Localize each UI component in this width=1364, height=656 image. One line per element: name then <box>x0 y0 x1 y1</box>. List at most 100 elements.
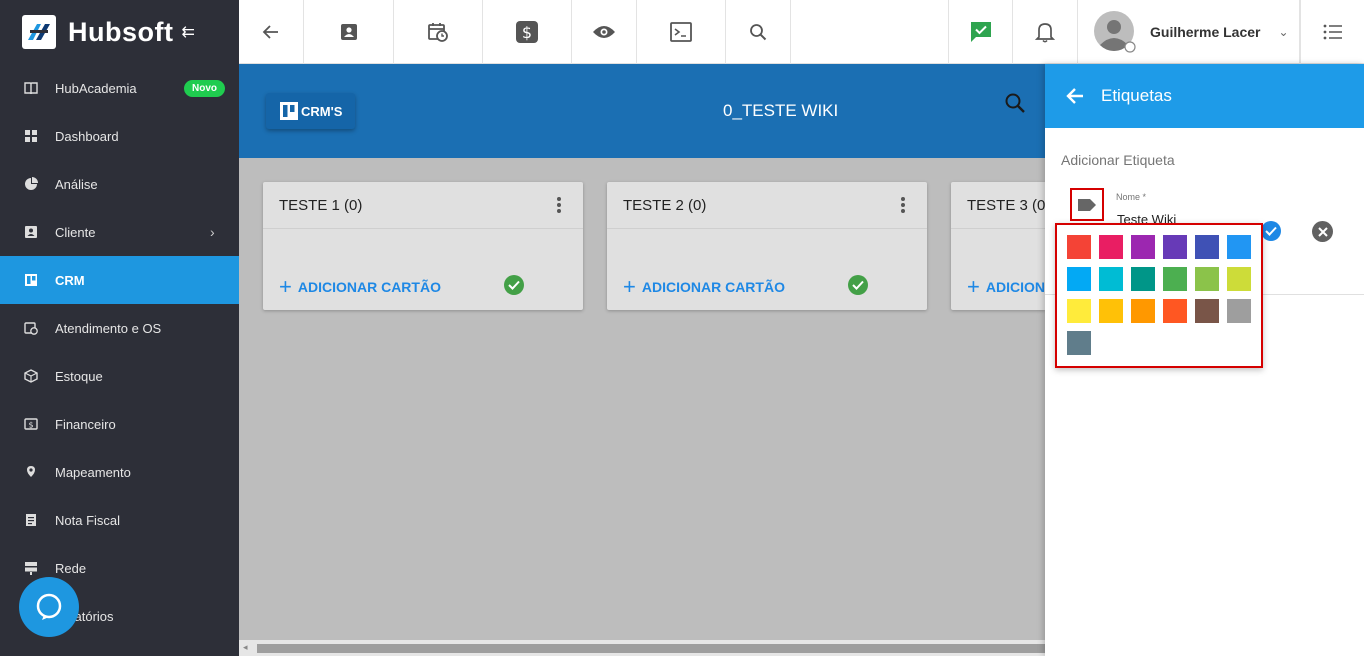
add-card-button[interactable]: + ADICIONAR CARTÃO <box>623 274 785 300</box>
sidebar-menu: HubAcademia Novo Dashboard Análise Clien… <box>0 64 239 640</box>
tag-color-button[interactable] <box>1070 188 1104 221</box>
color-swatch[interactable] <box>1195 267 1219 291</box>
scroll-left-icon[interactable]: ◂ <box>243 642 248 653</box>
cancel-close-icon[interactable] <box>1312 221 1333 242</box>
board-header: CRM'S 0_TESTE WIKI <box>239 64 1045 158</box>
color-swatch[interactable] <box>1067 299 1091 323</box>
color-swatch[interactable] <box>1131 299 1155 323</box>
back-button[interactable] <box>239 0 304 64</box>
sidebar-item-atendimento[interactable]: Atendimento e OS <box>0 304 239 352</box>
new-badge: Novo <box>184 79 225 97</box>
chat-widget-button[interactable] <box>19 577 79 637</box>
color-swatch[interactable] <box>1163 235 1187 259</box>
sidebar-item-dashboard[interactable]: Dashboard <box>0 112 239 160</box>
arrow-left-icon <box>262 25 278 39</box>
plus-icon: + <box>279 274 292 299</box>
eye-icon <box>593 26 615 38</box>
search-button[interactable] <box>726 0 791 64</box>
document-icon <box>26 514 36 526</box>
color-swatch[interactable] <box>1227 299 1251 323</box>
sidebar-item-mapeamento[interactable]: Mapeamento <box>0 448 239 496</box>
board-title: 0_TESTE WIKI <box>723 101 839 120</box>
crms-button-label: CRM'S <box>301 103 343 119</box>
list-icon <box>1323 24 1342 40</box>
user-menu[interactable]: Guilherme Lacer ⌄ <box>1078 0 1300 64</box>
arrow-left-icon[interactable] <box>1065 86 1085 106</box>
notifications-button[interactable] <box>1013 0 1078 64</box>
terminal-icon <box>670 22 692 42</box>
add-card-button[interactable]: + ADICIONAR CARTÃO <box>967 274 1045 300</box>
view-button[interactable] <box>572 0 637 64</box>
color-swatch[interactable] <box>1099 235 1123 259</box>
contact-card-icon <box>340 24 357 40</box>
column-title: TESTE 2 (0) <box>623 196 707 214</box>
color-swatch[interactable] <box>1067 331 1091 355</box>
list-menu-button[interactable] <box>1300 0 1364 64</box>
sidebar-item-label: HubAcademia <box>55 80 137 96</box>
contacts-button[interactable] <box>304 0 394 64</box>
server-icon <box>25 562 37 575</box>
color-swatch[interactable] <box>1099 299 1123 323</box>
tasks-button[interactable] <box>948 0 1013 64</box>
sidebar-item-hubacademia[interactable]: HubAcademia Novo <box>0 64 239 112</box>
brand-name: Hubsoft <box>68 16 174 47</box>
collapse-sidebar-icon[interactable]: ⇇ <box>181 22 194 42</box>
more-vertical-icon[interactable] <box>557 197 561 215</box>
color-swatch[interactable] <box>1067 267 1091 291</box>
color-swatch[interactable] <box>1099 267 1123 291</box>
column-header: TESTE 3 (0) <box>951 182 1045 229</box>
column-title: TESTE 1 (0) <box>279 196 363 214</box>
add-card-button[interactable]: + ADICIONAR CARTÃO <box>279 274 441 300</box>
search-icon[interactable] <box>1004 92 1026 114</box>
panel-subtitle: Adicionar Etiqueta <box>1061 152 1175 168</box>
book-icon <box>24 82 38 95</box>
panel-title: Etiquetas <box>1101 86 1172 105</box>
sidebar-item-label: Cliente <box>55 224 96 240</box>
more-vertical-icon[interactable] <box>901 197 905 215</box>
sidebar-item-crm[interactable]: CRM <box>0 256 239 304</box>
horizontal-scrollbar[interactable]: ◂ <box>239 640 1045 656</box>
column-title: TESTE 3 (0) <box>967 196 1045 214</box>
schedule-button[interactable] <box>394 0 483 64</box>
sidebar-item-nota-fiscal[interactable]: Nota Fiscal <box>0 496 239 544</box>
avatar <box>1094 11 1136 53</box>
color-swatch[interactable] <box>1195 235 1219 259</box>
color-swatch[interactable] <box>1131 235 1155 259</box>
sidebar-item-analise[interactable]: Análise <box>0 160 239 208</box>
crms-button[interactable]: CRM'S <box>266 93 355 129</box>
grid-icon <box>25 130 37 142</box>
add-card-label: ADICIONAR CARTÃO <box>985 279 1045 295</box>
confirm-check-icon[interactable] <box>1261 221 1281 241</box>
check-circle-icon[interactable] <box>504 275 524 295</box>
panel-header: Etiquetas <box>1045 64 1364 128</box>
tag-icon <box>1078 198 1096 211</box>
sidebar-item-cliente[interactable]: Cliente › <box>0 208 239 256</box>
color-swatch[interactable] <box>1227 235 1251 259</box>
terminal-button[interactable] <box>637 0 726 64</box>
color-swatch[interactable] <box>1195 299 1219 323</box>
board-column: TESTE 1 (0) + ADICIONAR CARTÃO <box>263 182 583 310</box>
board-column: TESTE 2 (0) + ADICIONAR CARTÃO <box>607 182 927 310</box>
scrollbar-thumb[interactable] <box>257 644 1045 653</box>
color-swatch[interactable] <box>1227 267 1251 291</box>
board-icon <box>25 274 37 286</box>
sidebar-item-label: Nota Fiscal <box>55 512 121 528</box>
color-swatch[interactable] <box>1163 299 1187 323</box>
add-card-label: ADICIONAR CARTÃO <box>297 279 441 295</box>
calendar-clock-icon <box>24 322 38 335</box>
sidebar-item-financeiro[interactable]: $ Financeiro <box>0 400 239 448</box>
color-swatch[interactable] <box>1163 267 1187 291</box>
hubsoft-logo-icon <box>22 15 56 49</box>
board-column: TESTE 3 (0) + ADICIONAR CARTÃO <box>951 182 1045 310</box>
name-field-label: Nome * <box>1116 192 1147 202</box>
check-circle-icon[interactable] <box>848 275 868 295</box>
top-toolbar: $ Guilherme Lacer ⌄ <box>239 0 1364 64</box>
color-picker-popup <box>1055 223 1263 368</box>
chat-check-icon <box>970 22 991 42</box>
sidebar-item-estoque[interactable]: Estoque <box>0 352 239 400</box>
color-swatch[interactable] <box>1131 267 1155 291</box>
color-swatch[interactable] <box>1067 235 1091 259</box>
money-icon: $ <box>24 418 38 430</box>
box-icon <box>24 369 38 383</box>
finance-button[interactable]: $ <box>483 0 572 64</box>
